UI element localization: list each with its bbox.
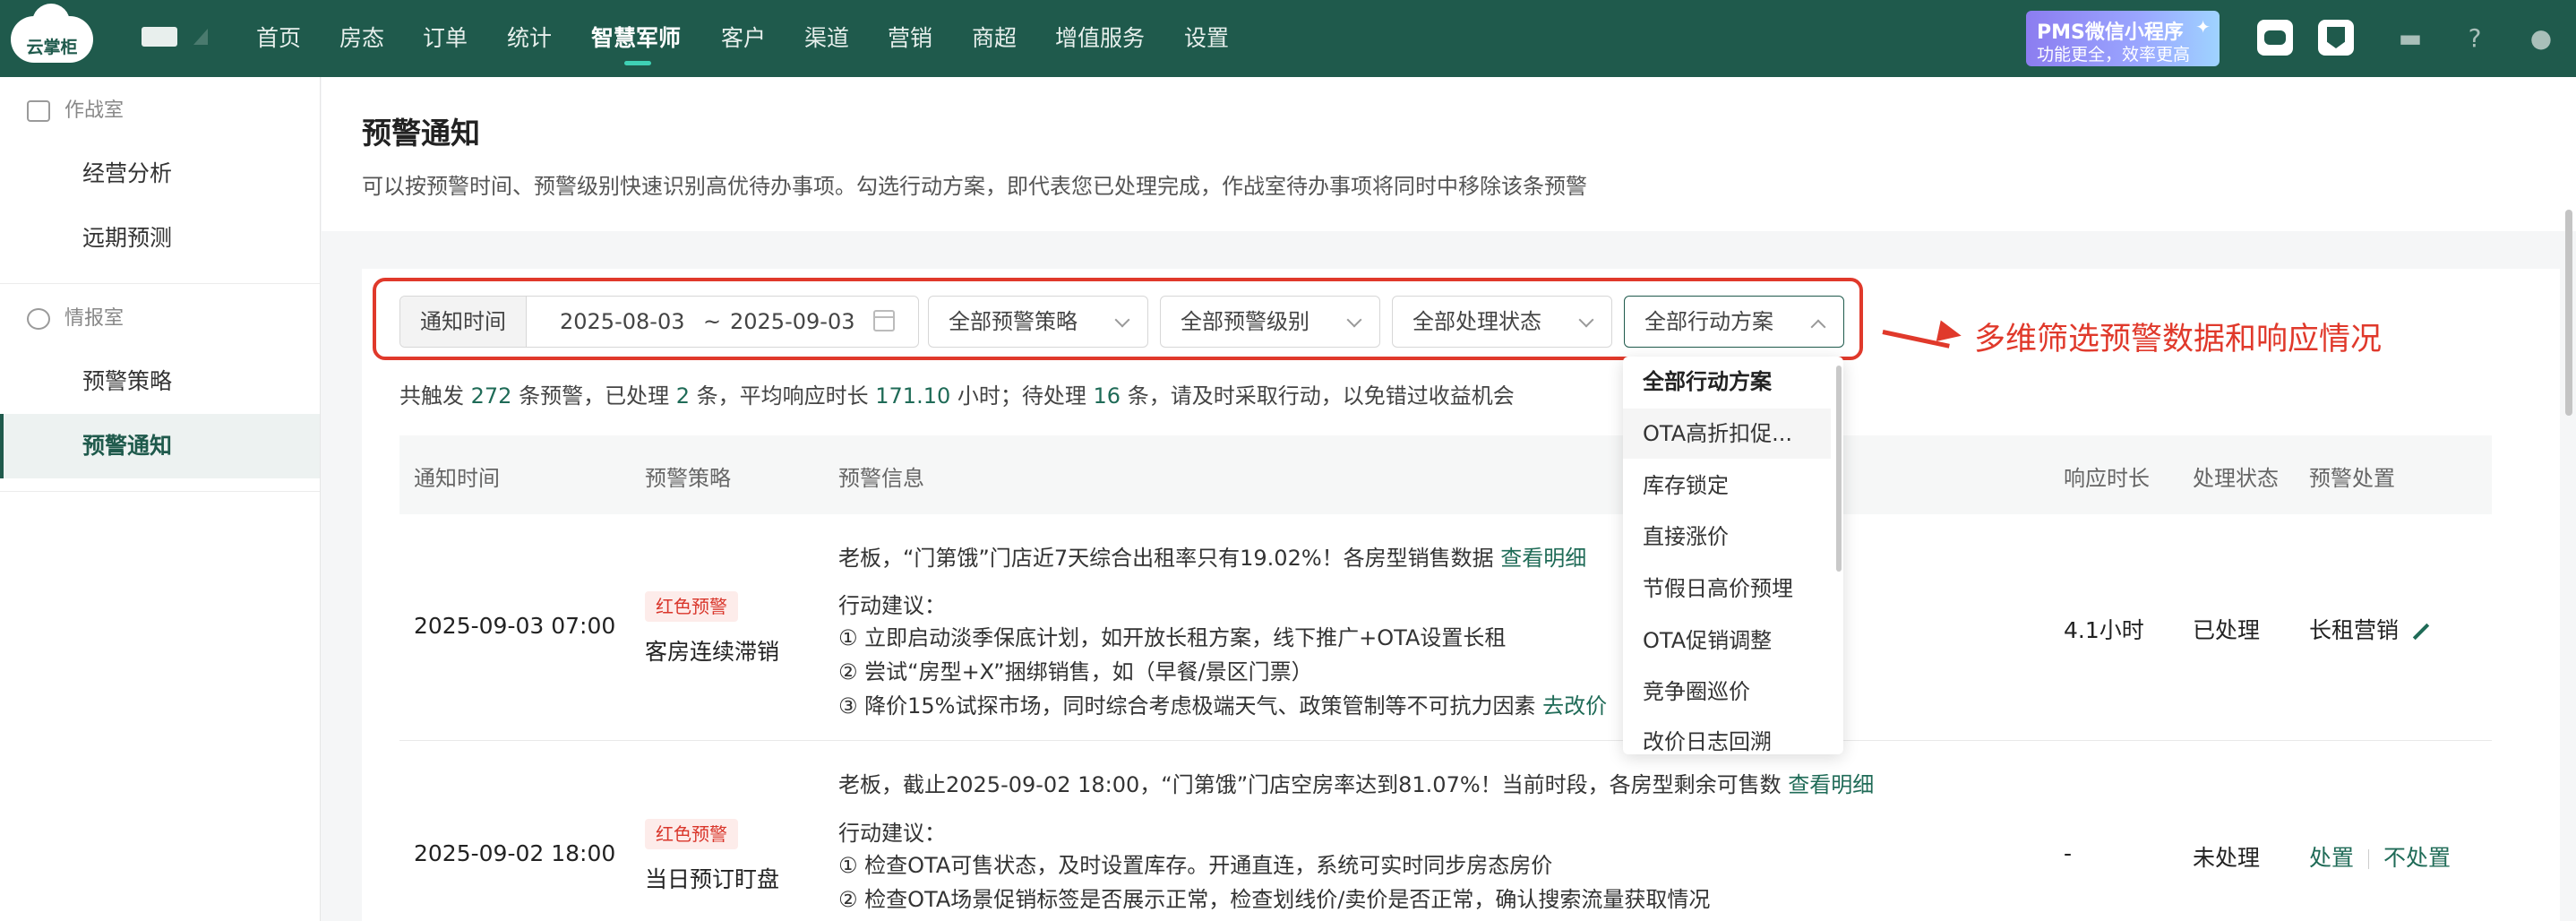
sidebar-group-intel-room: 情报室: [27, 303, 124, 335]
page-scrollbar[interactable]: [2565, 210, 2572, 416]
message-icon[interactable]: ▬: [2397, 25, 2424, 52]
nav-value-added[interactable]: 增值服务: [1055, 23, 1145, 54]
verified-icon[interactable]: [2318, 20, 2354, 56]
action-dropdown-menu: 全部行动方案 OTA高折扣促... 库存锁定 直接涨价 节假日高价预埋 OTA促…: [1623, 357, 1843, 754]
nav-marketing[interactable]: 营销: [888, 23, 932, 54]
handle-button[interactable]: 处置: [2309, 845, 2354, 871]
advice-item: ② 检查OTA场景促销标签是否展示正常，检查划线价/卖价是否正常，确认搜索流量获…: [838, 887, 1711, 912]
sidebar-item-alert-strategy[interactable]: 预警策略: [0, 349, 320, 414]
dropdown-option[interactable]: OTA促销调整: [1623, 615, 1831, 666]
row-response: -: [2064, 840, 2073, 866]
action-divider: [2368, 849, 2370, 869]
row-headline: 老板，“门第饿”门店近7天综合出租率只有19.02%！各房型销售数据 查看明细: [838, 546, 1587, 571]
row-strategy: 客房连续滞销: [645, 639, 780, 665]
handled-count: 2: [675, 383, 690, 409]
alert-summary: 共触发 272 条预警，已处理 2 条，平均响应时长 171.10 小时；待处理…: [399, 383, 1515, 409]
page-title: 预警通知: [362, 116, 480, 151]
page-header: 预警通知 可以按预警时间、预警级别快速识别高优待办事项。勾选行动方案，即代表您已…: [322, 77, 2576, 231]
app-logo[interactable]: 云掌柜: [11, 4, 93, 63]
disposal-text: 长租营销: [2309, 617, 2400, 643]
sidebar-divider: [0, 491, 320, 492]
th-notify-time: 通知时间: [414, 466, 500, 491]
row-status: 已处理: [2193, 617, 2261, 643]
row-actions: 处置 不处置: [2309, 840, 2451, 873]
dropdown-option[interactable]: OTA高折扣促...: [1623, 409, 1831, 459]
annotation-highlight-box: [373, 278, 1863, 360]
page-description: 可以按预警时间、预警级别快速识别高优待办事项。勾选行动方案，即代表您已处理完成，…: [362, 174, 1587, 199]
promo-line2: 功能更全，效率更高: [2037, 45, 2191, 65]
sidebar-group-title: 情报室: [64, 307, 125, 330]
robot-icon[interactable]: [2257, 20, 2293, 56]
row-headline: 老板，截止2025-09-02 18:00，“门第饿”门店空房率达到81.07%…: [838, 772, 1875, 797]
nav-room-status[interactable]: 房态: [339, 23, 384, 54]
row-divider: [399, 740, 2492, 741]
dropdown-option[interactable]: 节假日高价预埋: [1623, 564, 1831, 614]
advice-item: ② 尝试“房型+X”捆绑销售，如（早餐/景区门票）: [838, 659, 1313, 684]
row-time: 2025-09-02 18:00: [414, 840, 616, 866]
monitor-icon: [27, 100, 50, 122]
pms-miniprogram-banner[interactable]: PMS微信小程序 功能更全，效率更高 ✦: [2026, 11, 2220, 66]
sidebar-group-title: 作战室: [64, 99, 125, 122]
sidebar-item-business-analysis[interactable]: 经营分析: [0, 142, 320, 206]
top-nav: 云掌柜 首页 房态 订单 统计 智慧军师 客户 渠道 营销 商超 增值服务 设置…: [0, 0, 2576, 77]
triggered-count: 272: [470, 383, 512, 409]
nav-channels[interactable]: 渠道: [804, 23, 849, 54]
th-alert-info: 预警信息: [838, 466, 924, 491]
nav-settings[interactable]: 设置: [1184, 23, 1229, 54]
row-time: 2025-09-03 07:00: [414, 613, 616, 639]
dropdown-option[interactable]: 全部行动方案: [1623, 357, 1831, 407]
advice-item: ① 立即启动淡季保底计划，如开放长租方案，线下推广+OTA设置长租: [838, 625, 1507, 650]
nav-statistics[interactable]: 统计: [507, 23, 552, 54]
logo-text: 云掌柜: [26, 38, 78, 57]
dropdown-option[interactable]: 改价日志回溯: [1623, 717, 1831, 754]
row-disposal: 长租营销: [2309, 613, 2431, 645]
sidebar-item-alert-notice[interactable]: 预警通知: [0, 414, 320, 478]
th-disposal: 预警处置: [2309, 466, 2395, 491]
view-details-link[interactable]: 查看明细: [1500, 546, 1586, 571]
user-icon[interactable]: ●: [2528, 25, 2555, 52]
th-response-time: 响应时长: [2064, 466, 2150, 491]
help-icon[interactable]: ?: [2461, 25, 2488, 52]
sidebar-divider: [0, 283, 320, 284]
sparkle-icon: ✦: [2195, 16, 2211, 38]
th-strategy: 预警策略: [645, 466, 731, 491]
nav-orders[interactable]: 订单: [423, 23, 468, 54]
row-strategy: 当日预订盯盘: [645, 866, 780, 892]
dropdown-option[interactable]: 竞争圈巡价: [1623, 667, 1831, 717]
avg-response: 171.10: [875, 383, 951, 409]
advice-title: 行动建议：: [838, 593, 946, 618]
row-response: 4.1小时: [2064, 617, 2144, 643]
nav-home[interactable]: 首页: [256, 23, 301, 54]
nav-customers[interactable]: 客户: [721, 23, 766, 54]
dropdown-scrollbar[interactable]: [1836, 366, 1842, 572]
view-details-link[interactable]: 查看明细: [1788, 772, 1874, 797]
nav-supermarket[interactable]: 商超: [972, 23, 1017, 54]
sidebar-item-forecast[interactable]: 远期预测: [0, 206, 320, 271]
radar-icon: [27, 308, 50, 330]
red-alert-badge: 红色预警: [645, 591, 738, 622]
row-status: 未处理: [2193, 845, 2261, 871]
th-status: 处理状态: [2193, 466, 2279, 491]
advice-item: ① 检查OTA可售状态，及时设置库存。开通直连，系统可实时同步房态房价: [838, 853, 1553, 878]
dropdown-option[interactable]: 直接涨价: [1623, 512, 1831, 562]
advice-item: ③ 降价15%试探市场，同时综合考虑极端天气、政策管制等不可抗力因素 去改价: [838, 693, 1608, 719]
annotation-arrowhead: [1936, 320, 1964, 347]
hotel-selector[interactable]: [142, 27, 177, 47]
caret-icon: [193, 29, 208, 45]
annotation-text: 多维筛选预警数据和响应情况: [1974, 322, 2383, 357]
sidebar-group-war-room: 作战室: [27, 95, 124, 127]
sidebar: 作战室 经营分析 远期预测 情报室 预警策略 预警通知: [0, 77, 321, 921]
nav-active-indicator: [624, 61, 651, 65]
edit-icon[interactable]: [2412, 623, 2430, 641]
advice-title: 行动建议：: [838, 821, 946, 846]
red-alert-badge: 红色预警: [645, 819, 738, 849]
nav-smart-advisor[interactable]: 智慧军师: [591, 23, 681, 54]
change-price-link[interactable]: 去改价: [1542, 693, 1607, 719]
dropdown-option[interactable]: 库存锁定: [1623, 460, 1831, 511]
pending-count: 16: [1093, 383, 1121, 409]
skip-button[interactable]: 不处置: [2383, 845, 2451, 871]
